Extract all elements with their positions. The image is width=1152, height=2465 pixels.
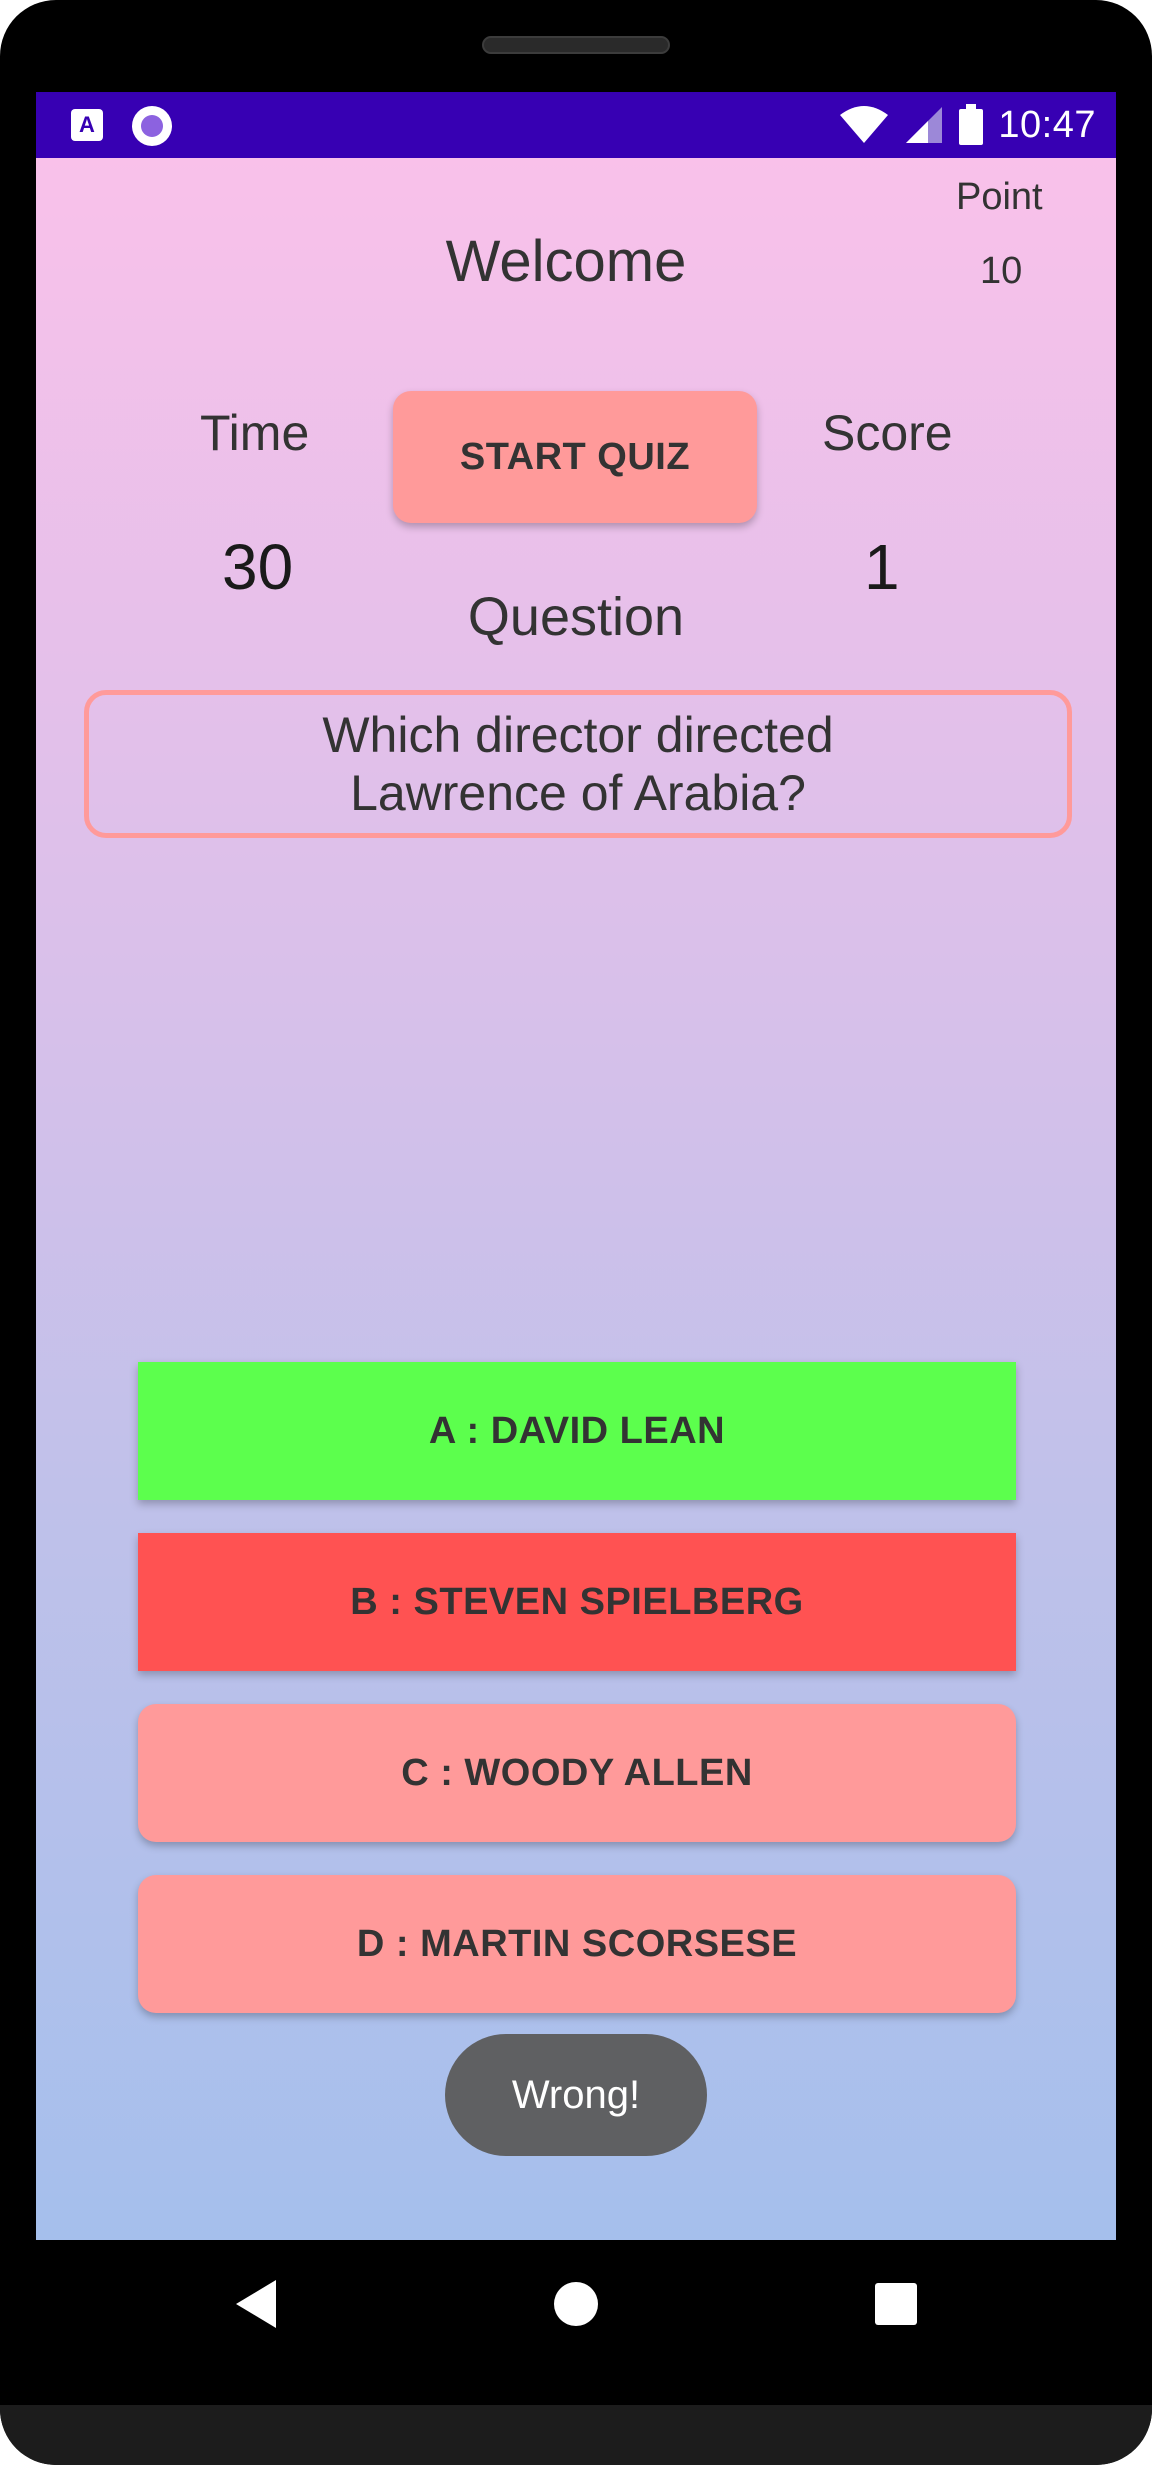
answer-d-label: D : MARTIN SCORSESE [356,1922,798,1965]
question-text-box: Which director directed Lawrence of Arab… [84,690,1072,838]
clock-time: 10:47 [998,103,1096,146]
answer-c-button[interactable]: C : WOODY ALLEN [138,1704,1016,1842]
accessibility-a-icon: A [71,109,103,141]
time-label: Time [200,405,310,461]
start-quiz-button[interactable]: START QUIZ [393,391,757,523]
question-text: Which director directed Lawrence of Arab… [322,707,834,821]
answer-a-button[interactable]: A : DAVID LEAN [138,1362,1016,1500]
answer-c-label: C : WOODY ALLEN [401,1751,753,1794]
earpiece-speaker [482,36,670,54]
back-icon [236,2280,276,2328]
navigation-bar [0,2240,1152,2372]
home-icon [554,2282,598,2326]
recents-icon [875,2283,917,2325]
status-bar: A 10:47 [36,92,1116,158]
welcome-title: Welcome [445,229,687,294]
signal-icon [906,107,943,143]
phone-bottom-bezel [0,2405,1152,2465]
answer-b-button[interactable]: B : STEVEN SPIELBERG [138,1533,1016,1671]
toast-message: Wrong! [445,2034,707,2156]
answer-a-label: A : DAVID LEAN [428,1409,726,1452]
wifi-icon [840,106,889,143]
point-label: Point [956,176,1043,218]
quiz-app: Point 10 Welcome Time START QUIZ Score 3… [36,158,1116,2240]
score-label: Score [822,405,953,461]
battery-icon [959,104,984,145]
screen: A 10:47 Point 10 Welcome Time START QUIZ… [36,92,1116,2240]
recents-button[interactable] [856,2264,936,2344]
phone-frame: A 10:47 Point 10 Welcome Time START QUIZ… [0,0,1152,2465]
answer-b-label: B : STEVEN SPIELBERG [350,1580,804,1623]
circle-app-icon [132,106,172,146]
question-label: Question [467,587,685,647]
toast-text: Wrong! [511,2072,641,2117]
home-button[interactable] [536,2264,616,2344]
back-button[interactable] [216,2264,296,2344]
answer-d-button[interactable]: D : MARTIN SCORSESE [138,1875,1016,2013]
